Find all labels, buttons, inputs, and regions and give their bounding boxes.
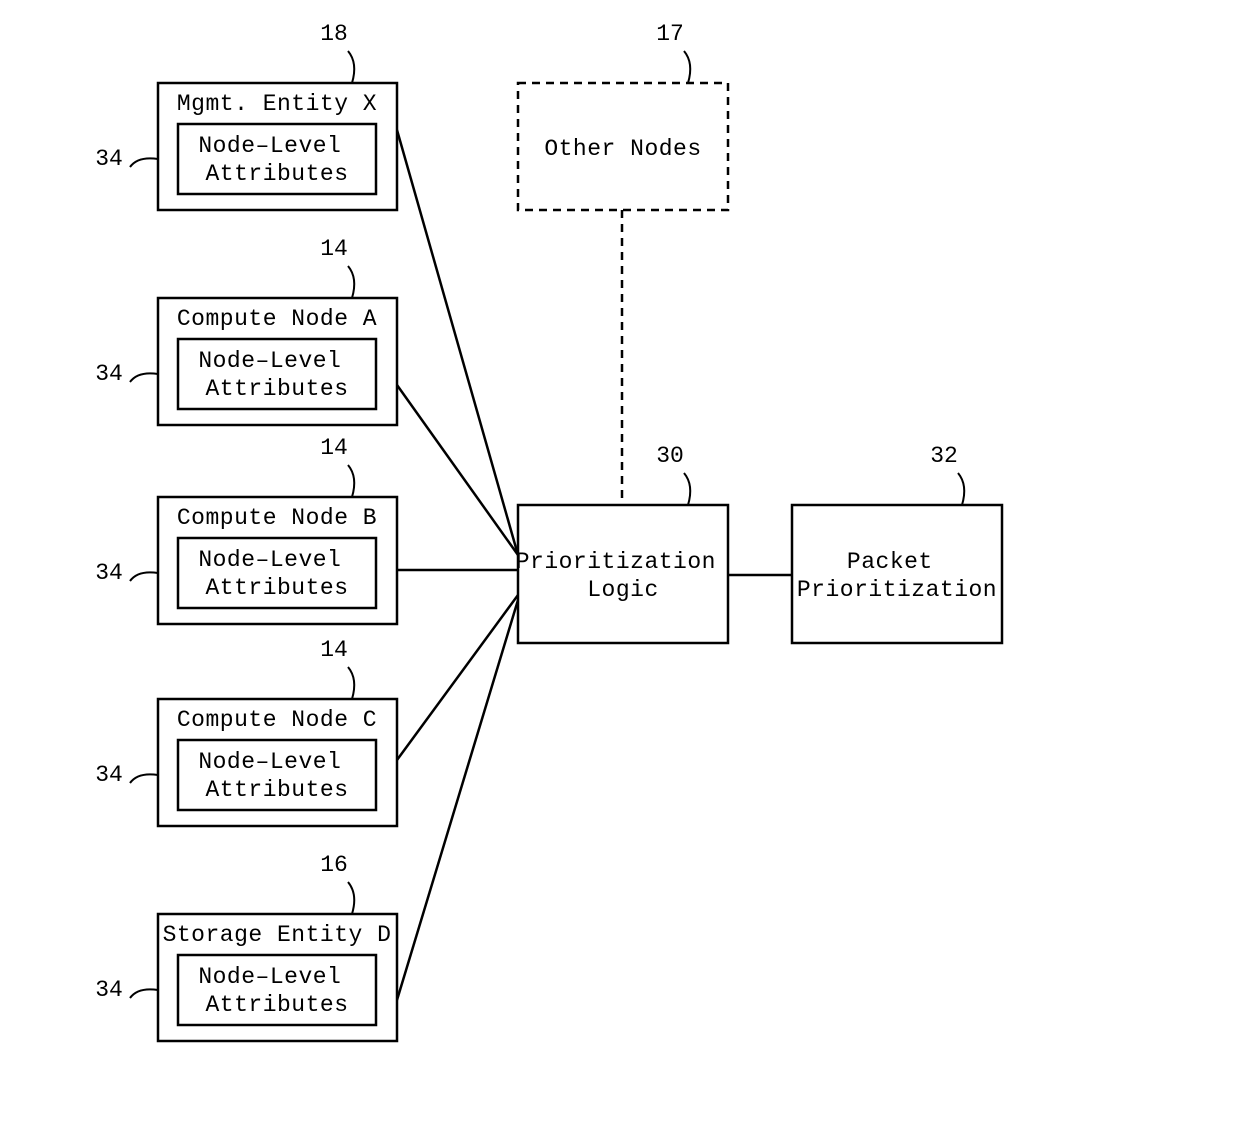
lead-storD-left	[130, 989, 158, 998]
lead-compA-top	[348, 266, 354, 298]
svg-text:Compute Node B: Compute Node B	[177, 505, 377, 531]
ref-storD-left: 34	[95, 977, 123, 1003]
ref-other: 17	[656, 21, 684, 47]
lead-compB-left	[130, 572, 158, 581]
ref-mgmt-top: 18	[320, 21, 348, 47]
conn-compC-to-prio	[397, 595, 518, 760]
lead-compC-top	[348, 667, 354, 699]
lead-mgmt-top	[348, 51, 354, 83]
ref-compA-left: 34	[95, 361, 123, 387]
node-other-nodes-label: Other Nodes	[544, 136, 701, 162]
conn-compA-to-prio	[397, 385, 518, 555]
lead-compB-top	[348, 465, 354, 497]
ref-compC-top: 14	[320, 637, 348, 663]
node-compute-b: Compute Node B Node–Level Attributes 14 …	[95, 435, 397, 624]
ref-packet: 32	[930, 443, 958, 469]
svg-text:Compute Node A: Compute Node A	[177, 306, 377, 332]
conn-mgmt-to-prio	[397, 130, 518, 555]
lead-storD-top	[348, 882, 354, 914]
node-storage-d: Storage Entity D Node–Level Attributes 1…	[95, 852, 397, 1041]
ref-compB-top: 14	[320, 435, 348, 461]
lead-packet	[958, 473, 964, 505]
ref-compC-left: 34	[95, 762, 123, 788]
node-compute-c: Compute Node C Node–Level Attributes 14 …	[95, 637, 397, 826]
ref-compB-left: 34	[95, 560, 123, 586]
ref-compA-top: 14	[320, 236, 348, 262]
node-compute-a: Compute Node A Node–Level Attributes 14 …	[95, 236, 397, 425]
lead-other	[684, 51, 690, 83]
svg-text:Storage Entity D: Storage Entity D	[163, 922, 392, 948]
svg-text:Compute Node C: Compute Node C	[177, 707, 377, 733]
node-mgmt-entity-x: Mgmt. Entity X Node–Level Attributes 18 …	[95, 21, 397, 210]
lead-compC-left	[130, 774, 158, 783]
svg-text:Mgmt. Entity X: Mgmt. Entity X	[177, 91, 377, 117]
lead-compA-left	[130, 373, 158, 382]
ref-mgmt-left: 34	[95, 146, 123, 172]
ref-storD-top: 16	[320, 852, 348, 878]
ref-prio: 30	[656, 443, 684, 469]
lead-mgmt-left	[130, 158, 158, 167]
lead-prio	[684, 473, 690, 505]
conn-storD-to-prio	[397, 600, 518, 1000]
